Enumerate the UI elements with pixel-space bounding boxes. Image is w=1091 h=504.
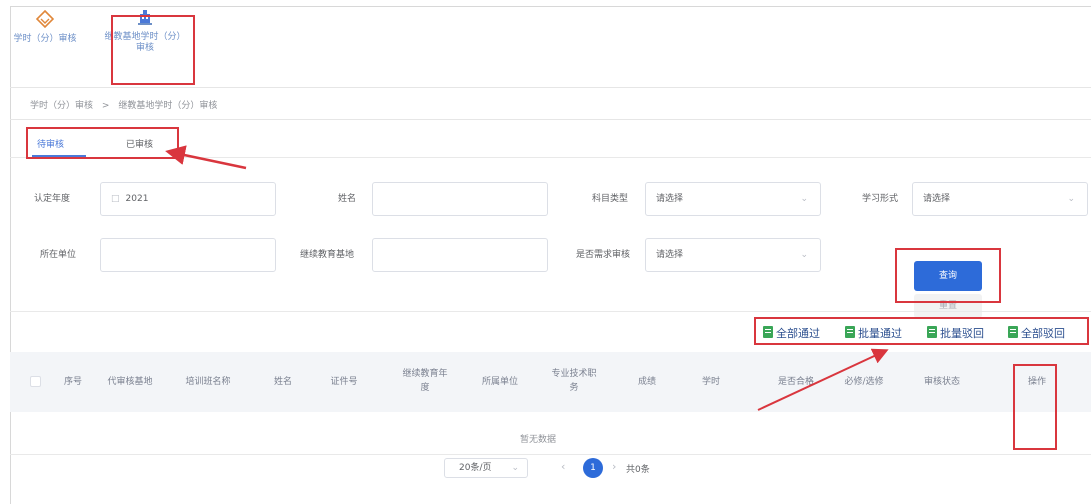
annotation-arrows bbox=[165, 145, 889, 411]
annotation-arrow bbox=[757, 348, 889, 411]
annotation-arrow bbox=[165, 145, 247, 170]
